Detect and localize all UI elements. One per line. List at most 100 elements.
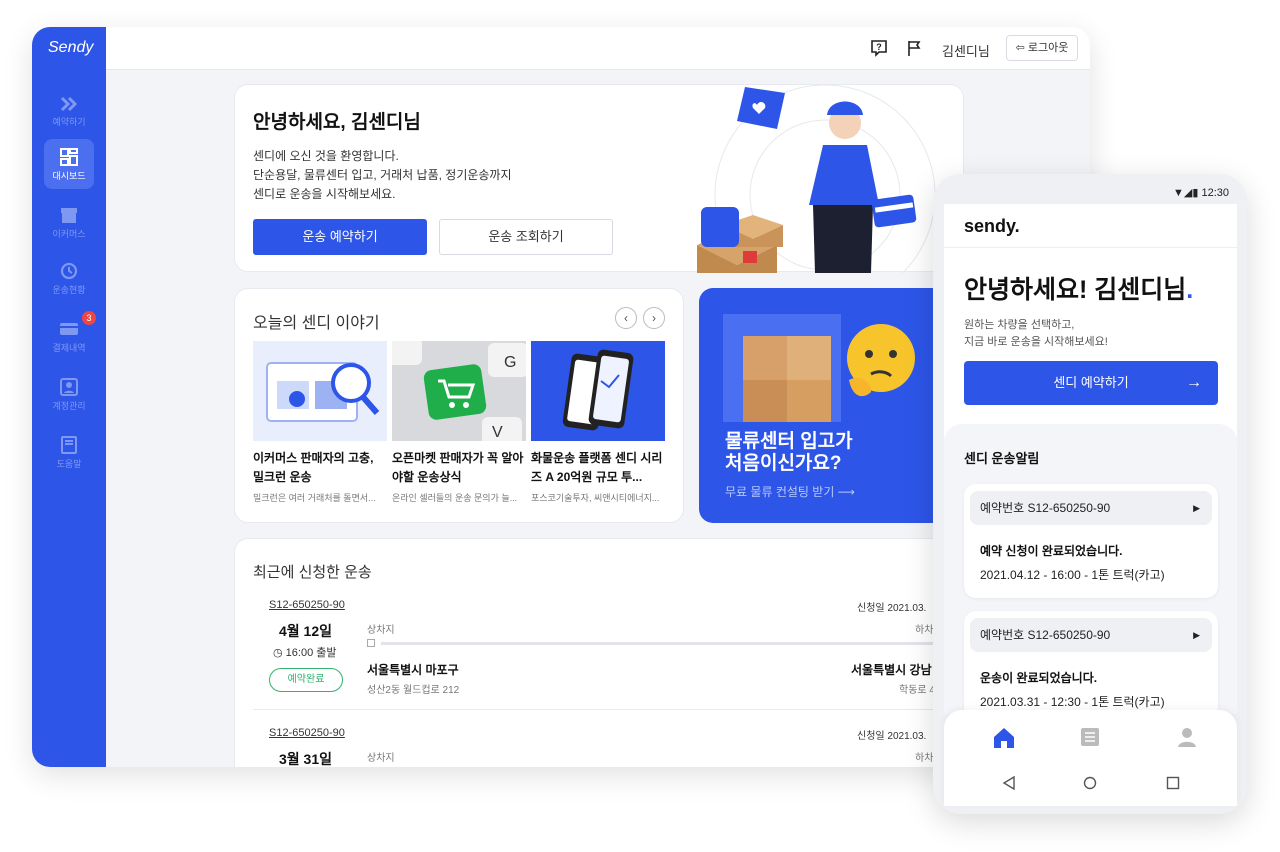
next-arrow-button[interactable]: ›	[643, 307, 665, 329]
sidebar-item-account[interactable]: 계정관리	[44, 369, 94, 419]
story-item-title[interactable]: 화물운송 플랫폼 센디 시리즈 A 20억원 규모 투...	[531, 449, 665, 487]
help-book-icon	[61, 436, 77, 454]
story-thumbnail[interactable]: GV	[392, 341, 526, 441]
mobile-greeting-text: 안녕하세요! 김센디님	[964, 276, 1187, 304]
alert-card[interactable]: 예약번호 S12-650250-90 ▶ 운송이 완료되었습니다. 2021.03…	[964, 611, 1218, 725]
mobile-phone: ▼◢▮ 12:30 sendy. 안녕하세요! 김센디님. 원하는 차량을 선택…	[933, 174, 1247, 814]
alert-detail: 2021.04.12 - 16:00 - 1톤 트럭(카고)	[980, 568, 1165, 582]
delivery-man-illustration	[697, 85, 936, 273]
welcome-line: 단순용달, 물류센터 입고, 거래처 납품, 정기운송까지	[253, 168, 512, 182]
mobile-hero: 안녕하세요! 김센디님. 원하는 차량을 선택하고, 지금 바로 운송을 시작해…	[944, 248, 1237, 438]
sidebar: Sendy 예약하기 대시보드 이커머스 운송현황 결제내역 3 계정관리 도움…	[32, 27, 106, 767]
card-icon	[60, 323, 78, 335]
help-icon[interactable]: ?	[870, 39, 888, 57]
promo-banner[interactable]: 물류센터 입고가 처음이신가요? 무료 물류 컨설팅 받기 ⟶	[699, 288, 963, 523]
origin-address: 서울특별시 마포구	[367, 663, 459, 677]
reservation-id-link[interactable]: S12-650250-90	[269, 727, 345, 739]
sidebar-item-label: 대시보드	[52, 171, 86, 181]
story-item-summary: 온라인 셀러들의 운송 문의가 늘...	[392, 493, 518, 503]
alert-message: 예약 신청이 완료되었습니다.	[980, 544, 1123, 558]
svg-text:G: G	[504, 354, 516, 371]
recents-icon[interactable]	[1166, 776, 1180, 790]
user-name[interactable]: 김센디님	[942, 41, 990, 60]
story-title: 오늘의 센디 이야기	[253, 315, 380, 332]
transport-date: 3월 31일	[279, 751, 333, 767]
prev-arrow-button[interactable]: ‹	[615, 307, 637, 329]
mobile-bottom-nav	[944, 710, 1237, 806]
mobile-logo: sendy.	[964, 216, 1020, 236]
caret-right-icon: ▶	[1193, 503, 1200, 513]
alert-message: 운송이 완료되었습니다.	[980, 671, 1098, 685]
story-thumbnail[interactable]	[253, 341, 387, 441]
sidebar-item-reserve[interactable]: 예약하기	[44, 87, 94, 137]
sidebar-item-payment[interactable]: 결제내역 3	[44, 311, 96, 361]
load-label: 상차지	[367, 753, 395, 764]
story-thumbnail[interactable]	[531, 341, 665, 441]
applied-date: 신청일 2021.03.	[857, 603, 927, 614]
alerts-section: 센디 운송알림 예약번호 S12-650250-90 ▶ 예약 신청이 완료되었습…	[944, 424, 1237, 725]
destination-detail: 학동로 4	[899, 685, 935, 696]
recent-transports-card: 최근에 신청한 운송 S12-650250-90 4월 12일 ◷ 16:00 …	[234, 538, 994, 767]
destination-address: 서울특별시 강남	[851, 663, 932, 677]
alert-number[interactable]: 예약번호 S12-650250-90 ▶	[970, 491, 1212, 525]
mobile-subtext: 원하는 차량을 선택하고,	[964, 319, 1075, 331]
story-item-title[interactable]: 오픈마켓 판매자가 꼭 알아야할 운송상식	[392, 449, 526, 487]
welcome-card: 안녕하세요, 김센디님 센디에 오신 것을 환영합니다. 단순용달, 물류센터 …	[234, 84, 964, 273]
reservation-id-link[interactable]: S12-650250-90	[269, 599, 345, 611]
story-item-title[interactable]: 이커머스 판매자의 고충, 밀크런 운송	[253, 449, 387, 487]
logout-button[interactable]: ⇦ 로그아웃	[1006, 35, 1078, 61]
alert-card[interactable]: 예약번호 S12-650250-90 ▶ 예약 신청이 완료되었습니다. 2021…	[964, 484, 1218, 598]
promo-line: 처음이신가요?	[725, 453, 842, 474]
alert-number[interactable]: 예약번호 S12-650250-90 ▶	[970, 618, 1212, 652]
double-chevron-icon	[60, 96, 78, 112]
back-icon[interactable]	[1002, 776, 1016, 790]
sidebar-item-label: 예약하기	[52, 117, 86, 127]
store-icon	[61, 208, 77, 223]
home-circle-icon[interactable]	[1083, 776, 1097, 790]
history-icon	[60, 262, 78, 280]
mobile-reserve-button[interactable]: 센디 예약하기 →	[964, 361, 1218, 405]
logout-label: 로그아웃	[1027, 42, 1069, 54]
long-arrow-icon: ⟶	[837, 485, 855, 499]
clock-icon: ◷	[273, 647, 286, 659]
mobile-subtext: 지금 바로 운송을 시작해보세요!	[964, 336, 1108, 348]
sidebar-item-label: 계정관리	[52, 401, 86, 411]
load-label: 상차지	[367, 625, 395, 636]
profile-icon[interactable]	[1176, 726, 1198, 748]
list-icon[interactable]	[1079, 726, 1101, 748]
transport-date: 4월 12일	[279, 623, 333, 639]
flag-icon[interactable]	[906, 39, 924, 57]
dashboard-icon	[60, 148, 78, 166]
alerts-title: 센디 운송알림	[964, 451, 1040, 466]
arrow-right-icon: →	[1186, 374, 1202, 391]
sidebar-item-ecommerce[interactable]: 이커머스	[44, 197, 94, 247]
boxes-thinking-emoji-illustration	[723, 314, 915, 422]
status-bar: ▼◢▮ 12:30	[1173, 186, 1229, 199]
mobile-header: sendy.	[944, 204, 1237, 248]
logout-icon: ⇦	[1015, 42, 1028, 54]
lookup-transport-button[interactable]: 운송 조회하기	[439, 219, 613, 255]
clock-time: 12:30	[1201, 187, 1229, 199]
account-icon	[60, 378, 78, 396]
accent-dot: .	[1186, 276, 1194, 304]
caret-right-icon: ▶	[1193, 630, 1200, 640]
divider	[253, 709, 993, 710]
alert-number-text: 예약번호 S12-650250-90	[980, 501, 1111, 515]
sidebar-item-dashboard[interactable]: 대시보드	[44, 139, 94, 189]
promo-link[interactable]: 무료 물류 컨설팅 받기	[725, 485, 834, 499]
unload-label: 하차	[915, 753, 934, 764]
story-item-summary: 포스코기술투자, 씨앤시티에너지...	[531, 493, 660, 503]
reserve-transport-button[interactable]: 운송 예약하기	[253, 219, 427, 255]
route-progress-track	[381, 642, 941, 645]
departure-time-text: 16:00 출발	[285, 647, 337, 659]
applied-date: 신청일 2021.03.	[857, 731, 927, 742]
sidebar-item-transport[interactable]: 운송현황	[44, 253, 94, 303]
sidebar-item-help[interactable]: 도움말	[44, 427, 94, 477]
sidebar-item-label: 도움말	[56, 459, 82, 469]
home-icon[interactable]	[992, 726, 1016, 750]
sidebar-item-label: 이커머스	[52, 229, 86, 239]
svg-text:V: V	[492, 424, 503, 441]
promo-line: 물류센터 입고가	[725, 431, 853, 452]
recent-title: 최근에 신청한 운송	[253, 564, 372, 581]
phones-illustration	[562, 349, 634, 431]
